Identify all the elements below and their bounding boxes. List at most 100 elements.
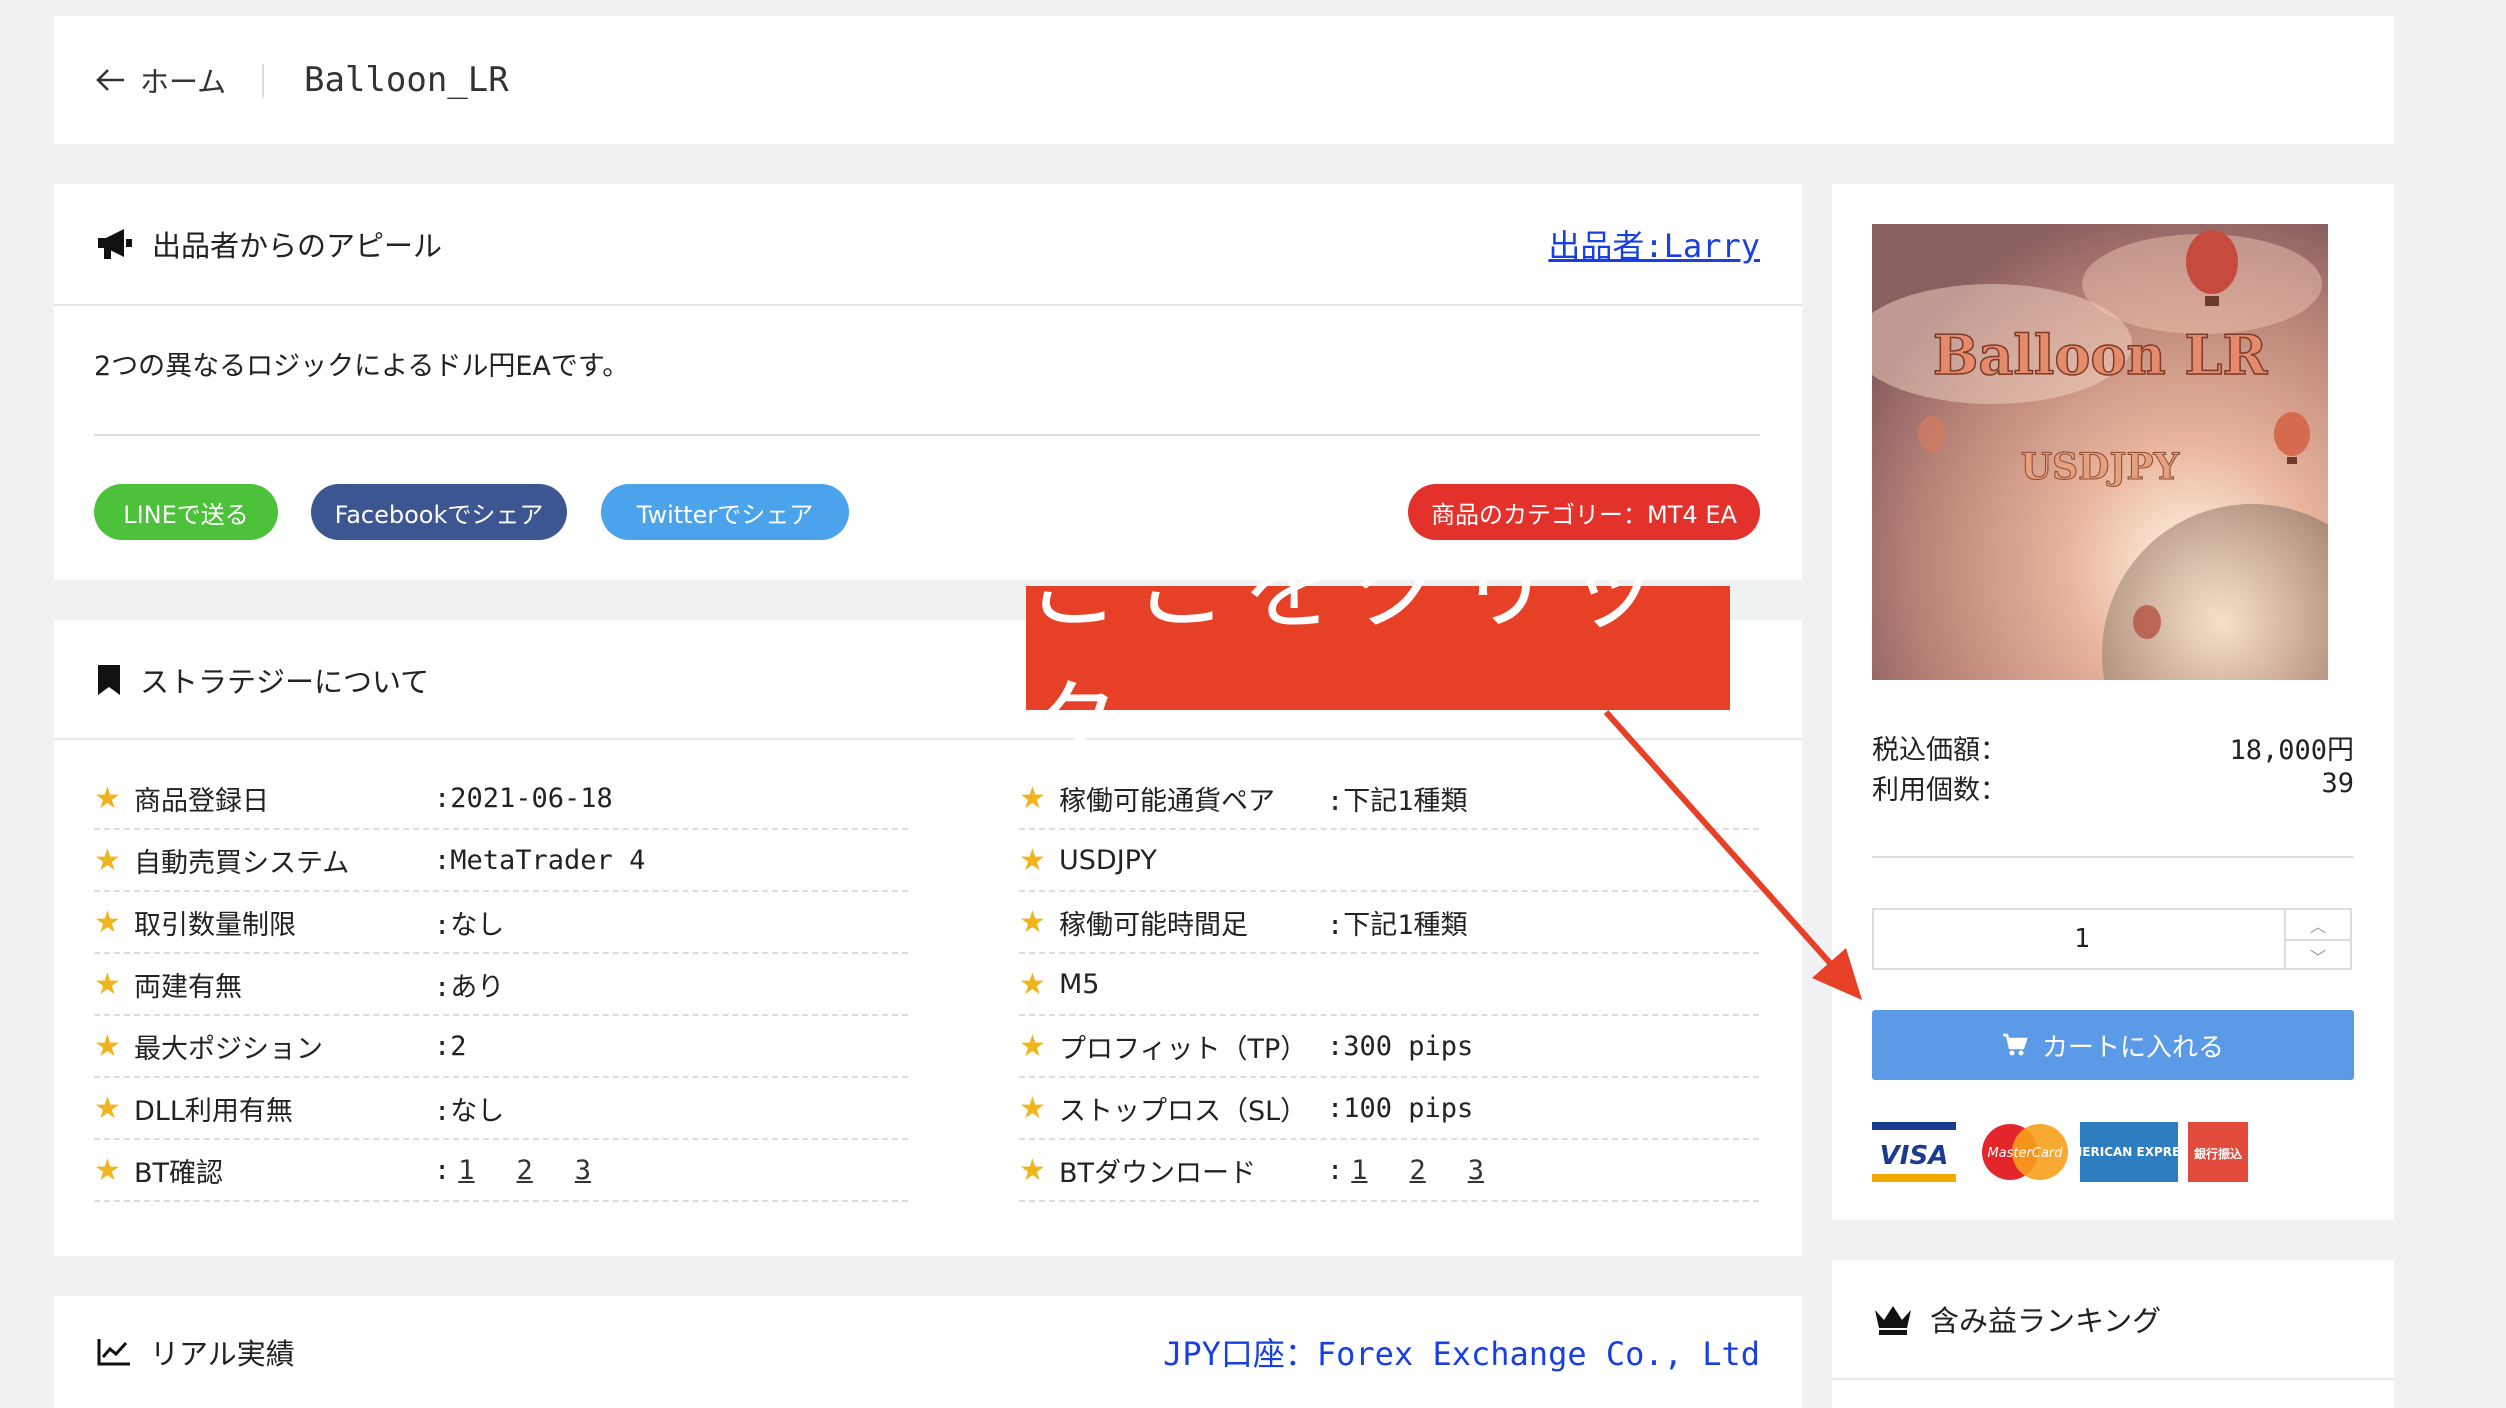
spec-row: ★ USDJPY [1019,830,1759,892]
star-icon: ★ [94,1090,121,1126]
ranking-heading: 含み益ランキング [1930,1304,2162,1338]
spec-value-text: :あり [434,971,505,1003]
spec-key: プロフィット（TP） [1059,1033,1308,1065]
bt-link[interactable]: 3 [1468,1155,1484,1186]
spec-row: ★ 稼働可能時間足:下記1種類 [1019,892,1759,954]
back-home-label: ホーム [140,65,227,99]
bt-link[interactable]: 2 [1410,1155,1426,1186]
spec-row: ★ 取引数量制限 :なし [94,892,908,954]
breadcrumb: ホーム Balloon_LR [54,16,2394,144]
bank-transfer-text: 銀行振込 [2193,1146,2242,1161]
spec-row: ★ プロフィット（TP） :300 pips [1019,1016,1759,1078]
spec-key: ストップロス（SL） [1059,1095,1308,1127]
seller-link[interactable]: 出品者:Larry [1548,184,1760,304]
spec-row: ★ 最大ポジション:2 [94,1016,908,1078]
spec-value-text: :MetaTrader 4 [434,844,646,876]
product-image-title: Balloon LR [1933,323,2269,387]
breadcrumb-separator [262,64,264,98]
bookmark-icon [98,665,120,695]
spec-key: 商品登録日 [134,785,269,817]
spec-key: USDJPY [1059,844,1157,876]
bt-link[interactable]: 2 [517,1155,533,1186]
star-icon: ★ [94,780,121,816]
product-image: Balloon LR USDJPY [1872,224,2328,680]
star-icon: ★ [1019,842,1046,878]
add-to-cart-button[interactable]: カートに入れる [1872,1010,2354,1080]
spec-value: :下記1種類 [1327,903,1468,942]
spec-value-text: :2 [434,1030,467,1062]
amex-text: AMERICAN EXPRESS [2080,1145,2178,1159]
account-link[interactable]: JPY口座：Forex Exchange Co., Ltd [1163,1296,1760,1408]
usage-label: 利用個数： [1872,775,2007,806]
divider [1832,1378,2394,1380]
increment-button[interactable]: ︿ [2286,910,2350,941]
spec-row: ★ 両建有無:あり [94,954,908,1016]
bt-link[interactable]: 3 [575,1155,591,1186]
spec-value: :なし [434,903,504,942]
spec-key: DLL利用有無 [134,1095,293,1127]
spec-value-text: :300 pips [1327,1030,1474,1062]
spec-value: :なし [434,1089,504,1128]
usage-value: 39 [2321,768,2354,799]
real-results-card: リアル実績 JPY口座：Forex Exchange Co., Ltd [54,1296,1802,1408]
quantity-stepper[interactable]: 1 ︿ ﹀ [1872,908,2352,970]
spec-value-text: : [434,1154,451,1186]
spec-value-text: :100 pips [1327,1092,1474,1124]
spec-row: ★ DLL利用有無 :なし [94,1078,908,1140]
appeal-heading: 出品者からのアピール [152,229,443,263]
arrow-left-icon [96,69,124,91]
divider [1872,856,2354,858]
spec-value: :2 [434,1031,467,1062]
visa-icon: VISA [1872,1122,1956,1182]
share-facebook-button[interactable]: Facebookでシェア [311,484,567,540]
star-icon: ★ [1019,1090,1046,1126]
decrement-button[interactable]: ﹀ [2286,941,2350,970]
click-here-annotation: ここをクリック [1026,534,1730,779]
star-icon: ★ [94,842,121,878]
spec-key: 両建有無 [134,971,242,1003]
spec-key: 最大ポジション [134,1033,323,1065]
spec-value-text: :2021-06-18 [434,782,613,814]
spec-value: :1 2 3 [1327,1155,1518,1186]
spec-row: ★ M5 [1019,954,1759,1016]
spec-key: 稼働可能時間足 [1059,909,1248,941]
spec-value-text: :なし [434,909,505,941]
spec-key: 自動売買システム [134,847,350,879]
star-icon: ★ [1019,1152,1046,1188]
spec-key: 取引数量制限 [134,909,296,941]
spec-value-text: :なし [434,1095,505,1127]
quantity-input[interactable]: 1 [1874,910,2290,968]
bt-link[interactable]: 1 [1351,1155,1367,1186]
spec-key: BTダウンロード [1059,1157,1257,1189]
spec-key: 稼働可能通貨ペア [1059,785,1275,817]
spec-value: :MetaTrader 4 [434,845,645,876]
share-line-button[interactable]: LINEで送る [94,484,278,540]
spec-value: :2021-06-18 [434,783,613,814]
spec-value: :1 2 3 [434,1155,625,1186]
spec-row: ★ 自動売買システム :MetaTrader 4 [94,830,908,892]
spec-value-text: : [1327,1154,1344,1186]
star-icon: ★ [94,904,121,940]
mastercard-text: MasterCard [1987,1146,2063,1161]
real-results-heading: リアル実績 [150,1337,295,1371]
spec-key: BT確認 [134,1157,224,1189]
product-image-subtitle: USDJPY [2021,446,2181,488]
back-home-link[interactable]: ホーム [96,16,226,144]
spec-row: ★ ストップロス（SL） :100 pips [1019,1078,1759,1140]
bt-link[interactable]: 1 [458,1155,474,1186]
spec-value: :下記1種類 [1327,779,1468,818]
appeal-header: 出品者からのアピール 出品者:Larry [54,184,1802,306]
star-icon: ★ [1019,1028,1046,1064]
divider [94,434,1760,436]
cart-icon [2002,1033,2028,1056]
star-icon: ★ [94,1152,121,1188]
crown-icon [1875,1306,1911,1335]
spec-row: ★ BT確認:1 2 3 [94,1140,908,1202]
mastercard-icon: MasterCard [1982,1124,2068,1180]
spec-value-text: :下記1種類 [1327,785,1468,817]
spec-value: :あり [434,965,504,1004]
appeal-description: 2つの異なるロジックによるドル円EAです。 [94,351,630,382]
line-chart-icon [97,1339,130,1366]
product-card: Balloon LR USDJPY 税込価額： 18,000円 利用個数： 39… [1832,184,2394,1220]
share-twitter-button[interactable]: Twitterでシェア [601,484,849,540]
